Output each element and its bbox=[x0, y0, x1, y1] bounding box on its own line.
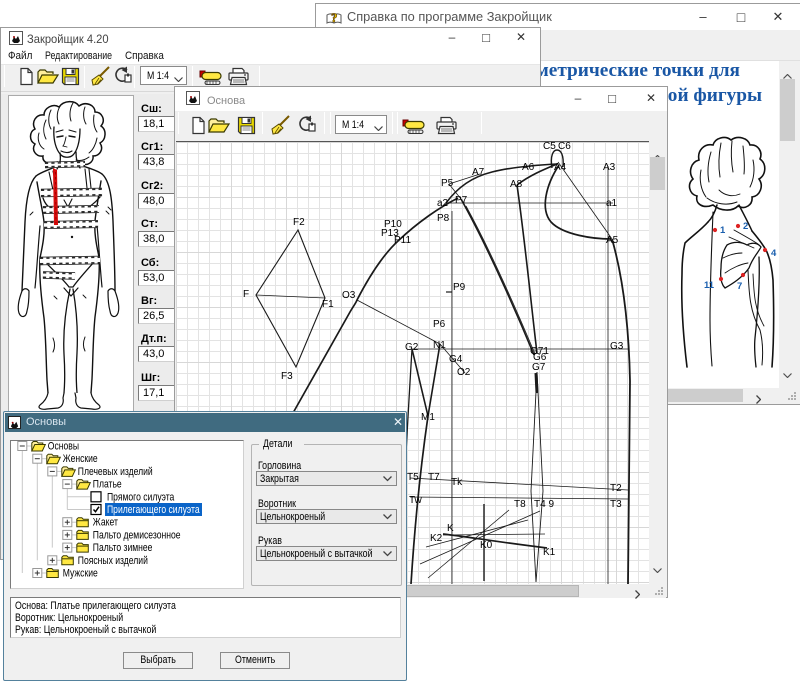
svg-text:T4 9: T4 9 bbox=[534, 499, 554, 510]
svg-text:G7: G7 bbox=[532, 362, 546, 373]
svg-text:T5: T5 bbox=[407, 472, 419, 483]
svg-text:A7: A7 bbox=[472, 167, 485, 178]
svg-text:G3: G3 bbox=[610, 341, 624, 352]
svg-text:2: 2 bbox=[743, 221, 748, 232]
svg-text:K1: K1 bbox=[543, 547, 556, 558]
svg-text:Жакет: Жакет bbox=[93, 517, 118, 529]
svg-text:Прямого силуэта: Прямого силуэта bbox=[107, 491, 175, 503]
svg-text:F2: F2 bbox=[293, 217, 305, 228]
svg-text:F3: F3 bbox=[281, 371, 293, 382]
svg-text:P11: P11 bbox=[394, 235, 411, 246]
svg-text:T8: T8 bbox=[514, 499, 526, 510]
svg-text:C5: C5 bbox=[543, 142, 556, 152]
svg-text:7: 7 bbox=[737, 281, 742, 292]
svg-text:Платье: Платье bbox=[93, 479, 122, 491]
svg-text:T3: T3 bbox=[610, 499, 622, 510]
svg-text:a1: a1 bbox=[606, 198, 618, 209]
svg-text:M1: M1 bbox=[421, 412, 435, 423]
svg-text:F1: F1 bbox=[322, 299, 334, 310]
svg-text:P8: P8 bbox=[437, 213, 450, 224]
svg-text:Tw: Tw bbox=[409, 495, 423, 506]
svg-text:11: 11 bbox=[704, 280, 715, 291]
svg-text:K0: K0 bbox=[480, 540, 493, 551]
svg-text:O3: O3 bbox=[342, 290, 356, 301]
svg-text:1: 1 bbox=[720, 225, 726, 236]
svg-text:G2: G2 bbox=[405, 342, 419, 353]
svg-text:P9: P9 bbox=[453, 282, 466, 293]
svg-text:K: K bbox=[447, 523, 454, 534]
svg-text:T2: T2 bbox=[610, 483, 622, 494]
svg-text:a2: a2 bbox=[437, 198, 449, 209]
svg-text:?: ? bbox=[331, 10, 338, 25]
svg-text:G4: G4 bbox=[449, 354, 463, 365]
svg-text:A8: A8 bbox=[510, 179, 523, 190]
svg-text:N1: N1 bbox=[433, 340, 446, 351]
svg-text:F: F bbox=[243, 289, 249, 300]
svg-text:P5: P5 bbox=[441, 178, 454, 189]
svg-text:4: 4 bbox=[771, 248, 777, 259]
svg-text:K2: K2 bbox=[430, 533, 443, 544]
svg-text:Прилегающего силуэта: Прилегающего силуэта bbox=[107, 504, 200, 516]
svg-text:P7: P7 bbox=[455, 195, 468, 206]
svg-text:A4: A4 bbox=[554, 162, 567, 173]
svg-text:P6: P6 bbox=[433, 319, 446, 330]
svg-text:Женские: Женские bbox=[63, 453, 98, 465]
svg-text:Поясных изделий: Поясных изделий bbox=[78, 555, 148, 567]
svg-text:Tk: Tk bbox=[451, 477, 463, 488]
svg-text:T7: T7 bbox=[428, 472, 440, 483]
svg-text:O2: O2 bbox=[457, 367, 471, 378]
svg-text:Мужские: Мужские bbox=[63, 568, 98, 580]
svg-text:Пальто зимнее: Пальто зимнее bbox=[93, 542, 153, 554]
svg-text:Плечевых изделий: Плечевых изделий bbox=[78, 466, 153, 478]
svg-text:Пальто демисезонное: Пальто демисезонное bbox=[93, 529, 181, 541]
svg-text:A5: A5 bbox=[606, 235, 619, 246]
svg-text:Основы: Основы bbox=[48, 441, 79, 453]
svg-text:A6: A6 bbox=[522, 162, 535, 173]
svg-text:C6: C6 bbox=[558, 142, 571, 152]
svg-text:A3: A3 bbox=[603, 162, 616, 173]
